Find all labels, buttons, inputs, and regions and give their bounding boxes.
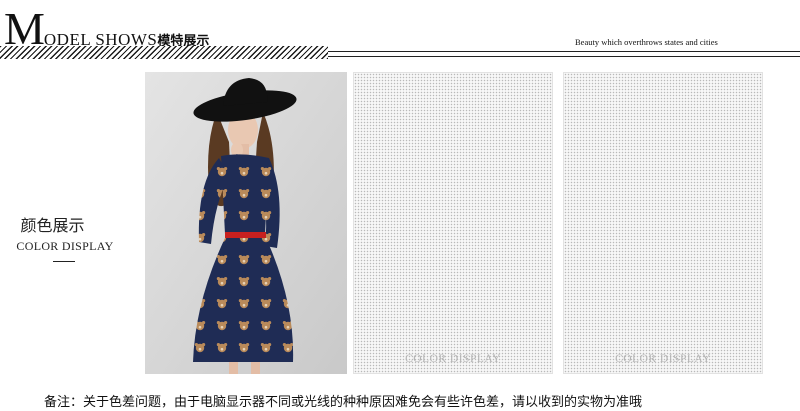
color-difference-note: 备注：关于色差问题，由于电脑显示器不同或光线的种种原因难免会有些许色差，请以收到… (44, 395, 643, 410)
header-rule-top (328, 51, 800, 52)
hatch-divider (0, 46, 328, 59)
header-tagline: Beauty which overthrows states and citie… (575, 37, 718, 47)
swatch-label: COLOR DISPLAY (405, 353, 501, 365)
color-display-label-cn: 颜色展示 (20, 216, 85, 235)
model-photo (145, 72, 347, 374)
header-rule-bottom (328, 56, 800, 57)
color-swatch-2: COLOR DISPLAY (563, 72, 763, 374)
model-illustration (145, 72, 347, 374)
color-display-label-en: COLOR DISPLAY (16, 239, 114, 253)
color-swatch-1: COLOR DISPLAY (353, 72, 553, 374)
label-underline (53, 261, 75, 262)
swatch-label: COLOR DISPLAY (615, 353, 711, 365)
